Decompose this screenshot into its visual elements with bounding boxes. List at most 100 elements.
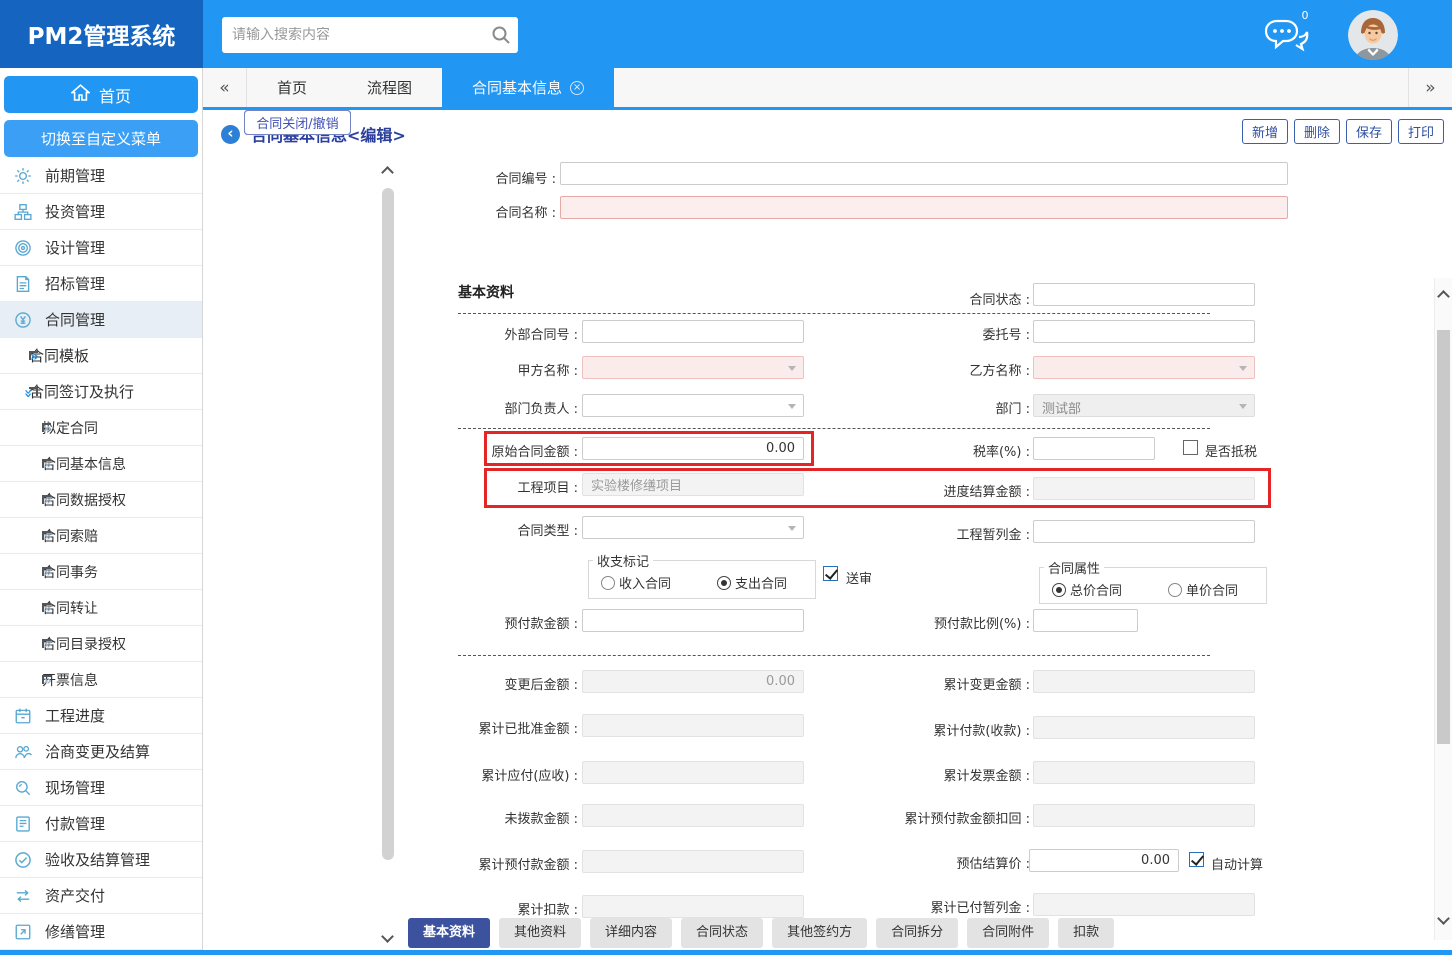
sidebar-item[interactable]: 合同管理: [0, 302, 202, 338]
detail-tab[interactable]: 扣款: [1058, 918, 1114, 948]
dept-head-select[interactable]: [582, 394, 804, 417]
project-input[interactable]: [582, 473, 804, 496]
sidebar-item[interactable]: » 合同转让: [0, 590, 202, 626]
sidebar-item[interactable]: » 合同事务: [0, 554, 202, 590]
sidebar-item[interactable]: » 合同索赔: [0, 518, 202, 554]
total-invoice-input[interactable]: [1033, 761, 1255, 784]
auto-calc-label: 自动计算: [1211, 854, 1263, 873]
sidebar-item[interactable]: 招标管理: [0, 266, 202, 302]
sidebar-item-label: 前期管理: [45, 165, 105, 186]
detail-tab[interactable]: 合同状态: [681, 918, 763, 948]
dept-select[interactable]: 测试部: [1033, 394, 1255, 417]
contract-name-input[interactable]: [560, 196, 1288, 219]
total-approved-input[interactable]: [582, 714, 804, 737]
total-payment-input[interactable]: [1033, 716, 1255, 739]
search-icon[interactable]: [484, 20, 518, 50]
detail-tab[interactable]: 其他签约方: [772, 918, 867, 948]
total-prepay-input[interactable]: [582, 850, 804, 873]
detail-tab[interactable]: 合同附件: [967, 918, 1049, 948]
sidebar-item-icon: [14, 779, 32, 797]
provisional-sum-input[interactable]: [1033, 520, 1255, 543]
page-scrollbar[interactable]: [1434, 278, 1452, 940]
sidebar-item[interactable]: » 合同基本信息: [0, 446, 202, 482]
entrust-no-input[interactable]: [1033, 320, 1255, 343]
scrollbar-thumb[interactable]: [1437, 330, 1450, 744]
sidebar-item[interactable]: » 拟定合同: [0, 410, 202, 446]
window-tab[interactable]: 合同基本信息 ×: [442, 68, 614, 107]
total-payable-input[interactable]: [582, 761, 804, 784]
sidebar-item[interactable]: 设计管理: [0, 230, 202, 266]
sidebar-item[interactable]: » 开票信息: [0, 662, 202, 698]
global-search[interactable]: [222, 17, 518, 53]
dept-label: 部门: [850, 398, 1030, 417]
tax-deduct-checkbox[interactable]: [1183, 440, 1198, 455]
prepay-amount-input[interactable]: [582, 609, 804, 632]
scroll-up-icon[interactable]: [1437, 290, 1450, 303]
sidebar-item[interactable]: 现场管理: [0, 770, 202, 806]
detail-tab[interactable]: 基本资料: [408, 918, 490, 948]
sidebar-item[interactable]: 洽商变更及结算: [0, 734, 202, 770]
scroll-down-icon[interactable]: [1437, 912, 1450, 925]
contract-side-action-button[interactable]: 合同关闭/撤销: [244, 110, 351, 135]
prepay-amount-label: 预付款金额: [398, 613, 578, 632]
sidebar-menu: 前期管理 投资管理 设计管理 招标管理: [0, 158, 202, 955]
sidebar-item[interactable]: » 合同模板: [0, 338, 202, 374]
original-amount-input[interactable]: [582, 437, 804, 460]
scroll-down-icon[interactable]: [381, 930, 394, 943]
detail-tab[interactable]: 详细内容: [590, 918, 672, 948]
page-action-button[interactable]: 删除: [1294, 119, 1340, 144]
sidebar-item[interactable]: 资产交付: [0, 878, 202, 914]
total-paid-prov-input[interactable]: [1033, 893, 1255, 916]
changed-amount-input[interactable]: [582, 670, 804, 693]
scrollbar-thumb[interactable]: [382, 188, 394, 860]
sidebar-item[interactable]: 修缮管理: [0, 914, 202, 950]
party-a-select[interactable]: [582, 356, 804, 379]
est-price-input[interactable]: [1029, 849, 1179, 872]
total-price-radio[interactable]: 总价合同: [1052, 580, 1122, 599]
sidebar-item[interactable]: » 合同数据授权: [0, 482, 202, 518]
party-b-select[interactable]: [1033, 356, 1255, 379]
sidebar-item[interactable]: 前期管理: [0, 158, 202, 194]
auto-calc-checkbox[interactable]: [1189, 852, 1204, 867]
unit-price-radio[interactable]: 单价合同: [1168, 580, 1238, 599]
unallocated-input[interactable]: [582, 804, 804, 827]
tabs-collapse-icon[interactable]: «: [203, 68, 247, 107]
switch-custom-menu-button[interactable]: 切换至自定义菜单: [4, 120, 198, 157]
expense-radio[interactable]: 支出合同: [717, 573, 787, 592]
sidebar-item[interactable]: 投资管理: [0, 194, 202, 230]
window-tab[interactable]: 首页: [247, 68, 337, 107]
tax-rate-input[interactable]: [1033, 437, 1155, 460]
progress-amount-input[interactable]: [1033, 477, 1255, 500]
total-change-input[interactable]: [1033, 670, 1255, 693]
sidebar-item[interactable]: 付款管理: [0, 806, 202, 842]
sidebar-item[interactable]: » 合同目录授权: [0, 626, 202, 662]
contract-type-select[interactable]: [582, 516, 804, 539]
detail-tab[interactable]: 合同拆分: [876, 918, 958, 948]
sidebar-home-button[interactable]: 首页: [4, 76, 198, 113]
total-deduction-input[interactable]: [582, 895, 804, 918]
tabs-expand-icon[interactable]: »: [1408, 68, 1452, 107]
detail-tab[interactable]: 其他资料: [499, 918, 581, 948]
contract-no-input[interactable]: [560, 162, 1288, 185]
user-avatar[interactable]: [1348, 10, 1398, 60]
sidebar-item[interactable]: 工程进度: [0, 698, 202, 734]
sidebar-item-label: 资产交付: [45, 885, 105, 906]
sidebar-item[interactable]: » 合同签订及执行: [0, 374, 202, 410]
external-no-input[interactable]: [582, 320, 804, 343]
tab-close-icon[interactable]: ×: [570, 81, 584, 95]
chevron-down-icon: [788, 366, 796, 375]
page-action-button[interactable]: 新增: [1242, 119, 1288, 144]
messages-icon[interactable]: 0: [1262, 16, 1314, 58]
sidebar-item[interactable]: 验收及结算管理: [0, 842, 202, 878]
window-tab[interactable]: 流程图: [337, 68, 442, 107]
page-action-button[interactable]: 保存: [1346, 119, 1392, 144]
search-input[interactable]: [222, 27, 484, 43]
page-action-button[interactable]: 打印: [1398, 119, 1444, 144]
income-radio[interactable]: 收入合同: [601, 573, 671, 592]
form-scrollbar[interactable]: [381, 160, 396, 950]
back-icon[interactable]: ‹: [221, 125, 240, 144]
contract-status-input[interactable]: [1033, 283, 1255, 306]
prepay-deduct-back-input[interactable]: [1033, 804, 1255, 827]
prepay-ratio-input[interactable]: [1033, 609, 1138, 632]
review-checkbox[interactable]: [823, 566, 838, 581]
